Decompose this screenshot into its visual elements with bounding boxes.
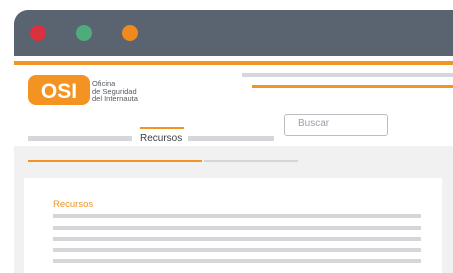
text-placeholder-line	[53, 259, 421, 263]
browser-window: OSI Oficina de Seguridad del Internauta …	[14, 10, 453, 273]
title-bar	[14, 10, 453, 56]
brand-name: Oficina de Seguridad del Internauta	[92, 80, 138, 103]
content-card: Recursos	[24, 178, 442, 273]
text-placeholder-line	[53, 248, 421, 252]
text-placeholder-line	[53, 226, 421, 230]
search-input[interactable]: Buscar	[284, 114, 388, 136]
nav-item-placeholder[interactable]	[188, 136, 274, 141]
text-placeholder-line	[53, 214, 421, 218]
close-button[interactable]	[30, 25, 46, 41]
header-accent-line	[14, 61, 453, 65]
header-accent-bar	[252, 85, 453, 88]
nav-item-placeholder[interactable]	[28, 136, 132, 141]
card-title: Recursos	[53, 199, 94, 210]
section-divider	[204, 160, 298, 162]
brand-name-line: del Internauta	[92, 94, 138, 104]
text-placeholder-line	[53, 237, 421, 241]
minimize-button[interactable]	[76, 25, 92, 41]
section-divider-active	[28, 160, 202, 162]
maximize-button[interactable]	[122, 25, 138, 41]
nav-active-indicator	[140, 127, 184, 129]
header-placeholder-bar	[242, 73, 453, 77]
logo-wordmark: OSI	[41, 80, 77, 103]
osi-logo[interactable]: OSI	[28, 75, 90, 105]
nav-item-recursos[interactable]: Recursos	[140, 133, 182, 144]
